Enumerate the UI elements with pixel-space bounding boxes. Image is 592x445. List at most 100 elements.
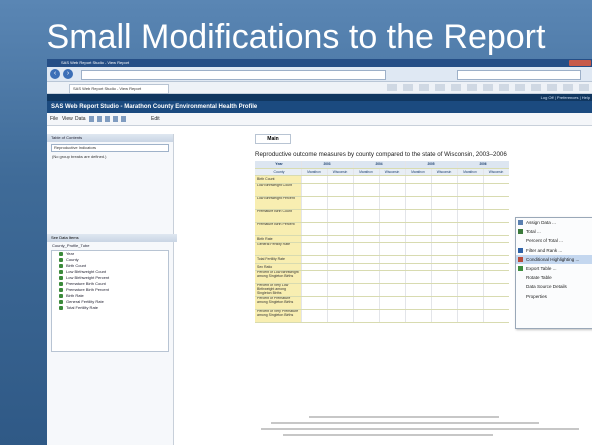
table-cell[interactable] (483, 310, 509, 322)
table-cell[interactable] (353, 297, 379, 309)
table-cell[interactable] (431, 196, 457, 209)
table-cell[interactable] (301, 256, 327, 263)
table-cell[interactable] (353, 263, 379, 270)
table-cell[interactable] (431, 263, 457, 270)
table-cell[interactable] (405, 176, 431, 183)
data-items-header[interactable]: See Data Items (47, 234, 177, 242)
sas-nav-links[interactable]: Log Off | Preferences | Help (541, 94, 590, 101)
table-cell[interactable] (431, 222, 457, 235)
table-cell[interactable] (405, 263, 431, 270)
context-menu-item[interactable]: Conditional Highlighting ... (516, 254, 592, 264)
table-cell[interactable] (301, 183, 327, 196)
table-cell[interactable] (301, 297, 327, 309)
table-cell[interactable] (353, 256, 379, 263)
table-cell[interactable] (405, 297, 431, 309)
table-cell[interactable] (457, 183, 483, 196)
menu-file[interactable]: File (50, 113, 58, 125)
table-cell[interactable] (457, 297, 483, 309)
table-cell[interactable] (483, 243, 509, 255)
table-cell[interactable] (379, 196, 405, 209)
url-field[interactable] (81, 70, 386, 80)
table-row[interactable]: Birth Rate (255, 235, 509, 243)
table-cell[interactable] (379, 256, 405, 263)
menu-data[interactable]: Data (75, 113, 86, 125)
forward-icon[interactable]: › (63, 69, 73, 79)
table-cell[interactable] (405, 222, 431, 235)
table-cell[interactable] (483, 196, 509, 209)
table-cell[interactable] (431, 209, 457, 222)
table-row[interactable]: Percent of Very Low Birthweight among Si… (255, 284, 509, 297)
table-cell[interactable] (327, 183, 353, 196)
table-cell[interactable] (301, 222, 327, 235)
table-cell[interactable] (327, 222, 353, 235)
table-cell[interactable] (301, 310, 327, 322)
table-cell[interactable] (353, 209, 379, 222)
context-menu-item[interactable]: Percent of Total ... (516, 236, 592, 245)
table-cell[interactable] (379, 284, 405, 296)
table-cell[interactable] (457, 263, 483, 270)
table-cell[interactable] (483, 271, 509, 283)
table-cell[interactable] (457, 176, 483, 183)
list-item[interactable]: Total Fertility Rate (52, 305, 168, 311)
table-row[interactable]: Birth Count (255, 176, 509, 184)
table-cell[interactable] (431, 284, 457, 296)
table-cell[interactable] (379, 235, 405, 242)
table-cell[interactable] (327, 310, 353, 322)
report-table[interactable]: Year 2003 2004 2005 2006 County Marathon… (255, 161, 509, 323)
table-cell[interactable] (327, 176, 353, 183)
table-cell[interactable] (327, 196, 353, 209)
table-cell[interactable] (327, 271, 353, 283)
table-cell[interactable] (431, 256, 457, 263)
menu-edit[interactable]: Edit (151, 113, 160, 125)
table-cell[interactable] (301, 284, 327, 296)
table-cell[interactable] (353, 310, 379, 322)
table-cell[interactable] (431, 310, 457, 322)
table-cell[interactable] (457, 209, 483, 222)
table-cell[interactable] (379, 183, 405, 196)
table-cell[interactable] (301, 196, 327, 209)
table-row[interactable]: Total Fertility Rate (255, 256, 509, 264)
table-cell[interactable] (457, 222, 483, 235)
table-row[interactable]: Sex Ratio (255, 263, 509, 271)
table-row[interactable]: General Fertility Rate (255, 243, 509, 256)
table-cell[interactable] (457, 271, 483, 283)
table-cell[interactable] (301, 243, 327, 255)
table-row[interactable]: Premature Birth Percent (255, 222, 509, 236)
table-cell[interactable] (327, 284, 353, 296)
table-cell[interactable] (457, 310, 483, 322)
table-cell[interactable] (379, 310, 405, 322)
toc-select[interactable]: Reproductive Indicators (51, 144, 169, 152)
table-cell[interactable] (483, 209, 509, 222)
table-cell[interactable] (483, 222, 509, 235)
context-menu-item[interactable]: Rotate Table (516, 273, 592, 282)
context-menu-item[interactable]: Filter and Rank ... (516, 246, 592, 255)
toc-header[interactable]: Table of Contents (47, 134, 173, 142)
table-cell[interactable] (405, 284, 431, 296)
table-cell[interactable] (431, 235, 457, 242)
table-cell[interactable] (405, 235, 431, 242)
table-cell[interactable] (431, 176, 457, 183)
table-cell[interactable] (379, 209, 405, 222)
table-row[interactable]: Percent of Low Birthweight among Singlet… (255, 271, 509, 284)
menu-view[interactable]: View (62, 113, 73, 125)
table-cell[interactable] (405, 183, 431, 196)
table-cell[interactable] (301, 263, 327, 270)
table-cell[interactable] (457, 243, 483, 255)
table-cell[interactable] (353, 235, 379, 242)
table-cell[interactable] (301, 235, 327, 242)
tab-main[interactable]: Main (255, 134, 291, 144)
context-menu-item[interactable]: Properties (516, 292, 592, 301)
context-menu-item[interactable]: Data Source Details (516, 282, 592, 291)
table-cell[interactable] (353, 183, 379, 196)
table-cell[interactable] (301, 271, 327, 283)
toolbar-icons[interactable] (89, 116, 127, 122)
table-cell[interactable] (379, 297, 405, 309)
browser-toolbar-icons[interactable] (387, 84, 592, 91)
table-cell[interactable] (483, 235, 509, 242)
context-menu-item[interactable]: Export Table ... (516, 264, 592, 273)
table-cell[interactable] (327, 243, 353, 255)
table-cell[interactable] (353, 271, 379, 283)
table-cell[interactable] (483, 297, 509, 309)
browser-tab[interactable]: SAS Web Report Studio - View Report (69, 84, 169, 94)
back-icon[interactable]: ‹ (50, 69, 60, 79)
